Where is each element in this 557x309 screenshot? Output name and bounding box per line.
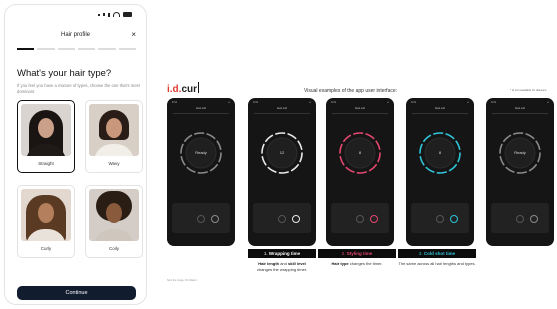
caption-wrapping-time: 1. Wrapping time [248, 249, 316, 258]
wifi-icon [113, 12, 120, 17]
straight-hair-photo [21, 104, 71, 156]
idcurl-logo: i.d.cur [167, 82, 200, 95]
setting-dial-icon[interactable] [516, 215, 524, 223]
option-curly[interactable]: Curly [17, 185, 75, 258]
app-screen-2: 9:41 ▪▪ Auto curl 12 [248, 98, 316, 246]
timer-value: Ready [195, 150, 207, 155]
slide-note: * id.curl available for distance [510, 88, 547, 92]
setting-toggle-icon[interactable] [530, 215, 538, 223]
question-heading: What's your hair type? [17, 68, 112, 79]
description-wrapping: Hair length and skill level changes the … [256, 261, 308, 272]
timer-value: 12 [279, 150, 285, 155]
curly-hair-photo [21, 189, 71, 241]
timer-value: 8 [438, 150, 442, 155]
option-coily[interactable]: Coily [85, 185, 143, 258]
setting-dial-icon[interactable] [436, 215, 444, 223]
caption-styling-time: 2. Styling time [318, 249, 396, 258]
app-screen-4: 9:41 ▪▪ Auto curl 8 [406, 98, 474, 246]
progress-indicator [17, 48, 136, 50]
setting-dial-icon[interactable] [197, 215, 205, 223]
description-styling: Hair type changes the timer. [331, 261, 383, 266]
page-title: Hair profile [60, 32, 90, 38]
app-screen-1: 9:41 ▪▪ Auto curl Ready [167, 98, 235, 246]
timer-value: Ready [514, 150, 526, 155]
description-cold-shot: The same across all hair lengths and typ… [398, 261, 476, 266]
setting-dial-icon[interactable] [278, 215, 286, 223]
setting-toggle-icon[interactable] [450, 215, 458, 223]
continue-button[interactable]: Continue [17, 286, 136, 300]
close-icon[interactable]: × [131, 30, 136, 39]
setting-dial-icon[interactable] [356, 215, 364, 223]
option-straight[interactable]: Straight [17, 100, 75, 173]
setting-toggle-icon[interactable] [211, 215, 219, 223]
timer-value: 8 [358, 150, 362, 155]
app-screen-3: 9:41 ▪▪ Auto curl 8 [326, 98, 394, 246]
hair-profile-phone: Hair profile × What's your hair type? If… [4, 4, 147, 305]
option-label: Coily [108, 246, 119, 251]
setting-toggle-icon[interactable] [292, 215, 300, 223]
coily-hair-photo [89, 189, 139, 241]
status-bar [98, 12, 132, 17]
setting-toggle-icon[interactable] [370, 215, 378, 223]
question-subtitle: If you feel you have a mixture of types,… [17, 83, 140, 94]
signal-icon [98, 13, 100, 16]
wavy-hair-photo [89, 104, 139, 156]
slide-title: Visual examples of the app user interfac… [304, 88, 398, 94]
option-label: Wavy [108, 161, 120, 166]
option-wavy[interactable]: Wavy [85, 100, 143, 173]
option-label: Curly [40, 246, 52, 251]
caption-cold-shot-time: 3. Cold shot time [398, 249, 476, 258]
footnote: Spot the image: ID.inflated [167, 279, 197, 282]
battery-icon [123, 12, 132, 17]
option-label: Straight [38, 161, 54, 166]
app-screen-5: 9:41 ▪▪ Auto curl Ready [486, 98, 554, 246]
